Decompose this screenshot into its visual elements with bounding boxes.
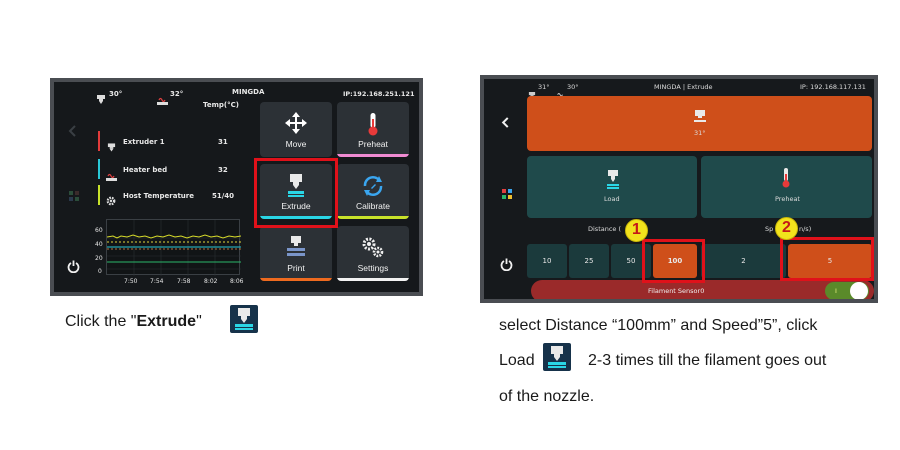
preheat-button[interactable]: Preheat (337, 102, 409, 157)
screenshot-extrude-menu: 31° 30° MINGDA | Extrude IP: 192.168.117… (480, 75, 878, 303)
filament-sensor-label: Filament Sensor0 (648, 287, 705, 295)
graph-x-tick: 7:58 (177, 278, 191, 285)
tile-underline (337, 154, 409, 157)
calibrate-icon (361, 174, 385, 202)
filament-sensor-toggle[interactable]: I (825, 282, 869, 299)
step-badge-2: 2 (775, 217, 798, 240)
tile-underline (337, 216, 409, 219)
thermometer-icon (782, 168, 790, 192)
caption-step-1: Click the "Extrude" (65, 313, 202, 331)
preheat-button[interactable]: Preheat (701, 156, 872, 218)
temp-row-value: 32 (218, 166, 228, 174)
nozzle-temp-icon (96, 89, 106, 108)
caption-bold: Extrude (136, 313, 197, 330)
gear-icon (106, 191, 116, 210)
ip-address: IP:192.168.251.121 (343, 90, 415, 98)
tile-label: Calibrate (355, 201, 391, 211)
brand-name: MINGDA (232, 88, 265, 96)
settings-button[interactable]: Settings (337, 226, 409, 281)
caption-step-2-line2: Load (499, 352, 535, 370)
bed-accent-bar (98, 159, 100, 179)
extruder-accent-bar (98, 131, 100, 151)
toggle-knob (850, 282, 868, 299)
preheat-label: Preheat (775, 195, 800, 203)
step-badge-1: 1 (625, 219, 648, 242)
move-button[interactable]: Move (260, 102, 332, 157)
bed-temp: 32° (170, 90, 184, 98)
extrude-inline-icon (230, 305, 258, 333)
nozzle-temp: 30° (109, 90, 123, 98)
graph-x-tick: 8:02 (204, 278, 218, 285)
graph-x-tick: 7:50 (124, 278, 138, 285)
caption-text: Click the " (65, 313, 137, 330)
graph-y-tick: 60 (95, 227, 103, 234)
temp-row-label: Heater bed (123, 166, 168, 174)
distance-option-25[interactable]: 25 (569, 244, 609, 278)
temp-row-value: 31 (218, 138, 228, 146)
tile-label: Settings (357, 263, 389, 273)
apps-icon[interactable] (69, 186, 79, 205)
speed-label-unit: n/s) (799, 225, 812, 233)
caption-step-2-line1: select Distance “100mm” and Speed”5”, cl… (499, 317, 818, 334)
graph-x-tick: 8:06 (230, 278, 244, 285)
printer-extrude-screen: 31° 30° MINGDA | Extrude IP: 192.168.117… (484, 79, 874, 299)
card-temp: 31° (694, 129, 706, 137)
tile-underline (337, 278, 409, 281)
screenshot-main-menu: 30° 32° MINGDA IP:192.168.251.121 Temp(°… (50, 78, 423, 296)
temperature-graph (106, 219, 241, 276)
nozzle-temp: 31° (538, 83, 550, 91)
power-icon[interactable] (67, 258, 80, 277)
temp-row-value: 51/40 (212, 192, 235, 200)
distance-option-10[interactable]: 10 (527, 244, 567, 278)
screen-title: MINGDA | Extrude (654, 83, 713, 91)
caption-step-2-line3: of the nozzle. (499, 388, 595, 405)
graph-x-tick: 7:54 (150, 278, 164, 285)
speed-option-2[interactable]: 2 (701, 244, 786, 278)
nozzle-status-card: 31° (527, 96, 872, 151)
bed-temp: 30° (567, 83, 579, 91)
move-arrows-icon (285, 112, 307, 138)
caption-text: " (196, 313, 202, 330)
load-label: Load (604, 195, 620, 203)
speed-label: Sp (765, 225, 774, 233)
extruder-icon (107, 137, 116, 156)
temp-row-label: Extruder 1 (123, 138, 165, 146)
tile-underline (260, 278, 332, 281)
caption-step-2-line2-tail: 2-3 times till the filament goes out (588, 352, 827, 369)
heater-bed-icon (106, 166, 117, 185)
graph-y-tick: 20 (95, 255, 103, 262)
toggle-text: I (835, 287, 837, 295)
gears-icon (361, 236, 385, 262)
load-icon (607, 170, 619, 194)
caption-text: Load (499, 352, 535, 369)
graph-y-tick: 0 (98, 268, 102, 275)
extrude-highlight-box (254, 158, 338, 228)
back-chevron-icon[interactable] (68, 122, 76, 141)
temp-row-label: Host Temperature (123, 192, 194, 200)
tile-label: Print (287, 263, 305, 273)
graph-y-tick: 40 (95, 241, 103, 248)
tile-label: Preheat (358, 139, 388, 149)
distance-100-highlight-box (642, 239, 705, 283)
host-accent-bar (98, 185, 100, 205)
print-icon (286, 236, 306, 262)
load-inline-icon (543, 343, 571, 371)
tile-label: Move (285, 139, 307, 149)
back-chevron-icon[interactable] (501, 113, 509, 132)
thermometer-icon (367, 112, 379, 140)
calibrate-button[interactable]: Calibrate (337, 164, 409, 219)
temp-header: Temp(°C) (203, 101, 239, 109)
power-icon[interactable] (500, 256, 513, 275)
printer-main-screen: 30° 32° MINGDA IP:192.168.251.121 Temp(°… (54, 82, 419, 292)
print-button[interactable]: Print (260, 226, 332, 281)
load-button[interactable]: Load (527, 156, 697, 218)
extruder-icon (694, 109, 706, 128)
bed-temp-icon (157, 90, 168, 109)
apps-icon[interactable] (502, 184, 512, 203)
speed-5-highlight-box (780, 237, 874, 281)
distance-label: Distance ( (588, 225, 622, 233)
ip-address: IP: 192.168.117.131 (800, 83, 866, 91)
